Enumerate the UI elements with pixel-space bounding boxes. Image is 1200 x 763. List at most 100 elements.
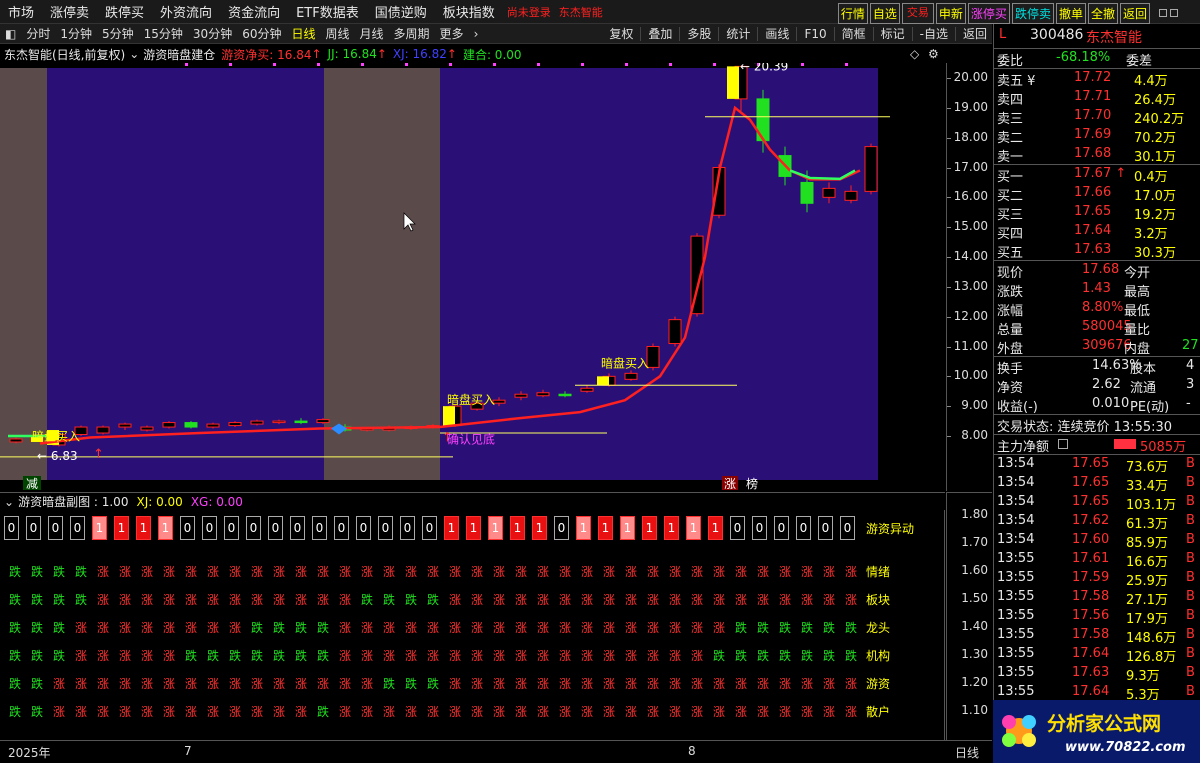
tool-draw[interactable]: 画线 bbox=[760, 25, 794, 42]
ask-row: 卖四 17.71 26.4万 bbox=[994, 88, 1200, 108]
bid-row: 买二 17.66 17.0万 bbox=[994, 184, 1200, 204]
tool-multi-stock[interactable]: 多股 bbox=[682, 25, 716, 42]
signal-box: 0 bbox=[202, 516, 217, 540]
quick-btn-ipo[interactable]: 申新 bbox=[935, 3, 966, 24]
indicator-toggle-icon[interactable]: ⌄ bbox=[129, 47, 139, 61]
tool-mark[interactable]: 标记 bbox=[876, 25, 910, 42]
bid-price: 17.67 ↑ bbox=[1074, 166, 1127, 181]
quick-btn-cancel-all[interactable]: 全撤 bbox=[1087, 3, 1118, 24]
tool-overlay[interactable]: 叠加 bbox=[643, 25, 677, 42]
signal-cell: 跌 bbox=[251, 621, 264, 635]
quick-btn-limitup-buy[interactable]: 涨停买 bbox=[967, 3, 1010, 24]
close-icon[interactable] bbox=[1170, 9, 1178, 17]
signal-cell: 跌 bbox=[295, 649, 308, 663]
sub-indicator-name[interactable]: 游资暗盘副图 : 1.00 bbox=[18, 493, 128, 510]
ask-book: 卖五 ¥ 17.72 4.4万 卖四 17.71 26.4万 卖三 17.70 240.2万 卖二… bbox=[994, 69, 1200, 165]
signal-cell: 涨 bbox=[295, 677, 308, 691]
menu-item-fund-flow[interactable]: 资金流向 bbox=[220, 2, 288, 21]
tick-mark bbox=[947, 346, 951, 348]
period-more[interactable]: 更多 bbox=[435, 25, 469, 42]
ask-price: 17.68 bbox=[1074, 146, 1112, 161]
signal-cell: 涨 bbox=[493, 593, 506, 607]
signal-cell: 跌 bbox=[427, 677, 440, 691]
menu-item-foreign-flow[interactable]: 外资流向 bbox=[152, 2, 220, 21]
tick-mark bbox=[947, 436, 951, 437]
quick-btn-limitdown-sell[interactable]: 跌停卖 bbox=[1011, 3, 1054, 24]
chevron-right-icon[interactable]: › bbox=[469, 27, 484, 41]
tool-back[interactable]: 返回 bbox=[958, 25, 992, 42]
stats-block: 现价 17.68 今开 涨跌 1.43 最高 涨幅 8.80% 最低 总量 580045 量比 外盘 30… bbox=[994, 261, 1200, 357]
menu-item-etf[interactable]: ETF数据表 bbox=[288, 2, 367, 21]
tick-row: 13:54 17.65 73.6万 B bbox=[994, 455, 1200, 475]
tick-row: 13:55 17.58 148.6万 B bbox=[994, 626, 1200, 646]
login-status[interactable]: 尚未登录 bbox=[503, 4, 555, 20]
bid-price: 17.63 bbox=[1074, 242, 1112, 257]
signal-cell: 涨 bbox=[449, 593, 462, 607]
period-60min[interactable]: 60分钟 bbox=[237, 25, 286, 42]
signal-box: 0 bbox=[4, 516, 19, 540]
signal-cell: 涨 bbox=[75, 677, 88, 691]
signal-cell: 跌 bbox=[31, 593, 44, 607]
tool-fuquan[interactable]: 复权 bbox=[604, 25, 638, 42]
signal-cell: 涨 bbox=[471, 565, 484, 579]
tool-stats[interactable]: 统计 bbox=[721, 25, 755, 42]
signal-cell: 涨 bbox=[625, 565, 638, 579]
period-30min[interactable]: 30分钟 bbox=[188, 25, 237, 42]
settings-icon[interactable]: ⚙ bbox=[928, 47, 939, 61]
menu-item-limitup-sell[interactable]: 涨停卖 bbox=[42, 2, 97, 21]
sub-toggle-icon[interactable]: ⌄ bbox=[4, 495, 14, 509]
period-15min[interactable]: 15分钟 bbox=[139, 25, 188, 42]
candle-body bbox=[294, 420, 308, 424]
bid-volume: 3.2万 bbox=[1134, 227, 1168, 242]
menu-item-limitdown-buy[interactable]: 跌停买 bbox=[97, 2, 152, 21]
indicator-zone bbox=[47, 68, 324, 480]
menu-item-market[interactable]: 市场 bbox=[0, 2, 42, 21]
panel-toggle-icon[interactable]: ◧ bbox=[0, 27, 21, 41]
signal-cell: 涨 bbox=[405, 649, 418, 663]
period-multi[interactable]: 多周期 bbox=[389, 25, 435, 42]
window-controls[interactable] bbox=[1156, 6, 1196, 18]
tool-remove-watch[interactable]: -自选 bbox=[915, 25, 953, 42]
stat-row: 总量 580045 量比 bbox=[994, 318, 1200, 338]
quick-btn-cancel[interactable]: 撤单 bbox=[1055, 3, 1086, 24]
netflow-icon[interactable] bbox=[1058, 439, 1068, 449]
period-5min[interactable]: 5分钟 bbox=[97, 25, 139, 42]
signal-box: 1 bbox=[576, 516, 591, 540]
tick-list[interactable]: 13:54 17.65 73.6万 B 13:54 17.65 33.4万 B 13:54 17.… bbox=[994, 455, 1200, 703]
period-monthly[interactable]: 月线 bbox=[355, 25, 389, 42]
quick-btn-watch[interactable]: 自选 bbox=[869, 3, 900, 24]
tick-price: 17.61 bbox=[1072, 551, 1110, 566]
signal-cell: 涨 bbox=[537, 677, 550, 691]
menu-item-sector-index[interactable]: 板块指数 bbox=[435, 2, 503, 21]
period-1min[interactable]: 1分钟 bbox=[55, 25, 97, 42]
period-timeshare[interactable]: 分时 bbox=[21, 25, 55, 42]
quote-header: L 300486 东杰智能 bbox=[994, 24, 1200, 48]
tool-simple[interactable]: 简框 bbox=[837, 25, 871, 42]
signal-cell: 跌 bbox=[273, 621, 286, 635]
signal-cell: 涨 bbox=[383, 621, 396, 635]
stock-name: 东杰智能 bbox=[1086, 30, 1142, 46]
signal-cell: 涨 bbox=[97, 565, 110, 579]
menu-item-repo[interactable]: 国债逆购 bbox=[367, 2, 435, 21]
signal-cell: 涨 bbox=[185, 621, 198, 635]
period-label[interactable]: 日线 bbox=[955, 744, 979, 761]
period-daily[interactable]: 日线 bbox=[286, 25, 320, 42]
minimize-icon[interactable] bbox=[1159, 9, 1167, 17]
signal-cell: 涨 bbox=[163, 649, 176, 663]
candle-body bbox=[184, 422, 198, 428]
stat-label: PE(动) bbox=[1130, 400, 1170, 415]
quick-btn-quote[interactable]: 行情 bbox=[837, 3, 868, 24]
tool-f10[interactable]: F10 bbox=[799, 27, 831, 41]
quick-btn-trade[interactable]: 交易 bbox=[901, 3, 934, 24]
signal-sub-chart[interactable]: 000011110000000000001111101111111000000游… bbox=[0, 510, 945, 740]
kline-chart[interactable]: ↑ ↑ 暗盘买入 暗盘买入 暗盘买入 确认见底 ← 6.83 ← 20.39 减涨榜 bbox=[0, 60, 945, 491]
signal-cell: 涨 bbox=[229, 565, 242, 579]
signal-cell: 跌 bbox=[31, 565, 44, 579]
quick-btn-back[interactable]: 返回 bbox=[1119, 3, 1150, 24]
period-weekly[interactable]: 周线 bbox=[321, 25, 355, 42]
stat-label: 今开 bbox=[1124, 266, 1151, 281]
diamond-icon[interactable]: ◇ bbox=[910, 47, 919, 61]
tick-mark bbox=[947, 227, 951, 229]
indicator-name[interactable]: 游资暗盘建仓 bbox=[143, 46, 215, 63]
signal-cell: 跌 bbox=[9, 565, 22, 579]
